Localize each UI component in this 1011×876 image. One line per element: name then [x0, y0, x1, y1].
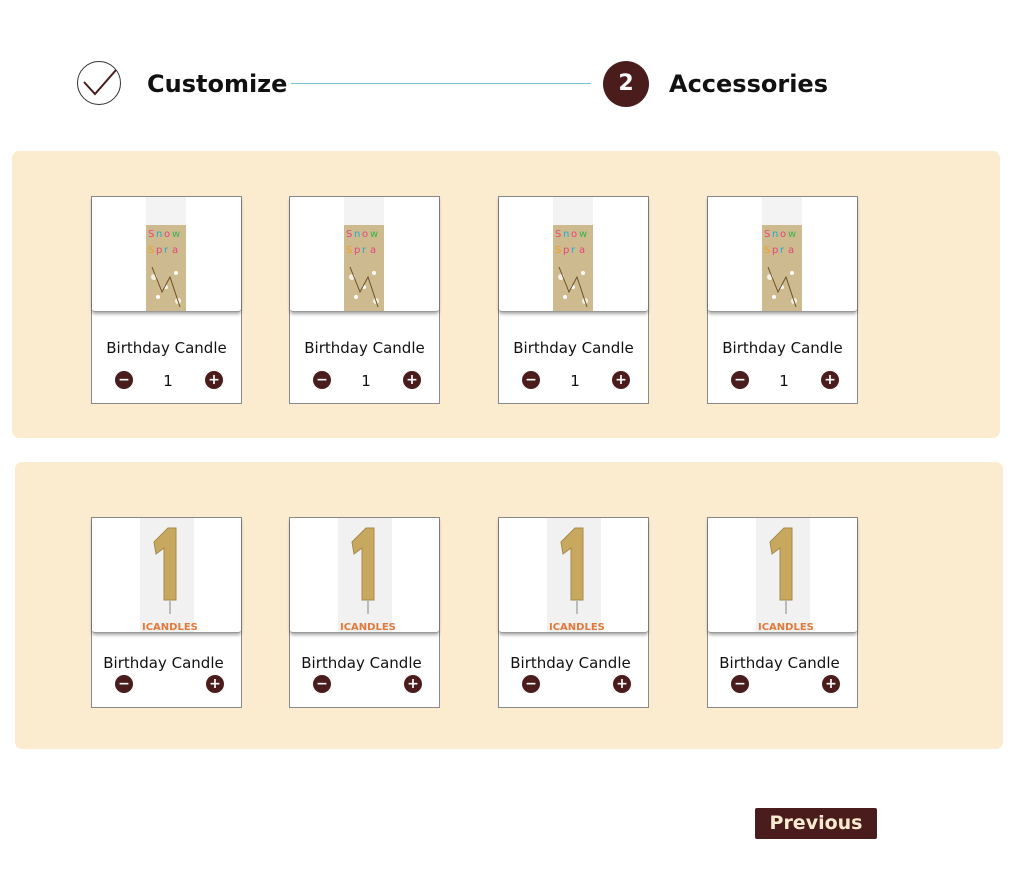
svg-text:ICANDLES: ICANDLES	[142, 622, 198, 632]
product-card[interactable]: S n o w S p r a Birthday Candle − 1 +	[498, 196, 649, 404]
svg-text:o: o	[362, 229, 368, 240]
svg-text:ICANDLES: ICANDLES	[758, 622, 814, 632]
product-card[interactable]: S n o w S p r a Birthday Candle − 1 +	[91, 196, 242, 404]
number-one-candle-image: ICANDLES	[140, 518, 198, 632]
svg-text:S: S	[148, 245, 154, 256]
svg-text:o: o	[780, 229, 786, 240]
product-card[interactable]: ICANDLES Birthday Candle − +	[91, 517, 242, 708]
svg-text:n: n	[354, 229, 360, 240]
increase-quantity-button[interactable]: +	[205, 371, 223, 389]
product-card[interactable]: ICANDLES Birthday Candle − +	[498, 517, 649, 708]
decrease-quantity-button[interactable]: −	[731, 675, 749, 693]
number-one-candle-image: ICANDLES	[338, 518, 396, 632]
decrease-quantity-button[interactable]: −	[313, 371, 331, 389]
product-name: Birthday Candle	[510, 654, 631, 672]
svg-text:w: w	[788, 229, 796, 240]
step-number-badge: 2	[603, 61, 649, 107]
svg-text:p: p	[772, 245, 778, 256]
product-image: ICANDLES	[290, 518, 439, 633]
svg-text:w: w	[579, 229, 587, 240]
step-label-accessories: Accessories	[669, 70, 828, 98]
increase-quantity-button[interactable]: +	[613, 675, 631, 693]
svg-text:n: n	[772, 229, 778, 240]
step-complete-check	[77, 61, 121, 105]
increase-quantity-button[interactable]: +	[206, 675, 224, 693]
step-label-customize[interactable]: Customize	[147, 70, 287, 98]
check-icon	[83, 69, 117, 96]
product-image: ICANDLES	[708, 518, 857, 633]
decrease-quantity-button[interactable]: −	[115, 675, 133, 693]
product-image: S n o w S p r a	[499, 197, 648, 312]
svg-text:a: a	[370, 245, 376, 256]
svg-text:S: S	[764, 245, 770, 256]
quantity-value: 1	[361, 372, 371, 390]
svg-text:a: a	[788, 245, 794, 256]
svg-text:w: w	[370, 229, 378, 240]
product-image: ICANDLES	[499, 518, 648, 633]
svg-text:a: a	[172, 245, 178, 256]
product-name: Birthday Candle	[722, 339, 843, 357]
product-card[interactable]: ICANDLES Birthday Candle − +	[707, 517, 858, 708]
svg-text:o: o	[164, 229, 170, 240]
number-one-candle-image: ICANDLES	[547, 518, 605, 632]
svg-text:ICANDLES: ICANDLES	[340, 622, 396, 632]
increase-quantity-button[interactable]: +	[404, 675, 422, 693]
decrease-quantity-button[interactable]: −	[115, 371, 133, 389]
product-name: Birthday Candle	[304, 339, 425, 357]
increase-quantity-button[interactable]: +	[403, 371, 421, 389]
svg-text:p: p	[156, 245, 162, 256]
svg-text:S: S	[764, 229, 770, 240]
svg-text:o: o	[571, 229, 577, 240]
svg-text:n: n	[563, 229, 569, 240]
product-image: S n o w S p r a	[290, 197, 439, 312]
svg-text:ICANDLES: ICANDLES	[549, 622, 605, 632]
product-card[interactable]: ICANDLES Birthday Candle − +	[289, 517, 440, 708]
svg-text:S: S	[555, 245, 561, 256]
increase-quantity-button[interactable]: +	[822, 675, 840, 693]
product-name: Birthday Candle	[103, 654, 224, 672]
previous-button[interactable]: Previous	[755, 808, 877, 839]
product-card[interactable]: S n o w S p r a Birthday Candle − 1 +	[289, 196, 440, 404]
svg-text:S: S	[148, 229, 154, 240]
svg-text:w: w	[172, 229, 180, 240]
svg-text:S: S	[346, 245, 352, 256]
product-image: S n o w S p r a	[708, 197, 857, 312]
increase-quantity-button[interactable]: +	[821, 371, 839, 389]
product-image: S n o w S p r a	[92, 197, 241, 312]
decrease-quantity-button[interactable]: −	[313, 675, 331, 693]
svg-text:S: S	[346, 229, 352, 240]
product-name: Birthday Candle	[301, 654, 422, 672]
snow-spray-candle-image: S n o w S p r a	[344, 197, 384, 311]
svg-text:p: p	[563, 245, 569, 256]
checkout-stepper: Customize 2 Accessories	[0, 0, 1011, 140]
increase-quantity-button[interactable]: +	[612, 371, 630, 389]
svg-text:p: p	[354, 245, 360, 256]
product-name: Birthday Candle	[106, 339, 227, 357]
quantity-value: 1	[779, 372, 789, 390]
number-one-candle-image: ICANDLES	[756, 518, 814, 632]
product-name: Birthday Candle	[513, 339, 634, 357]
svg-text:n: n	[156, 229, 162, 240]
svg-text:S: S	[555, 229, 561, 240]
step-connector	[291, 83, 591, 84]
product-image: ICANDLES	[92, 518, 241, 633]
snow-spray-candle-image: S n o w S p r a	[146, 197, 186, 311]
quantity-value: 1	[163, 372, 173, 390]
decrease-quantity-button[interactable]: −	[522, 371, 540, 389]
decrease-quantity-button[interactable]: −	[731, 371, 749, 389]
svg-text:a: a	[579, 245, 585, 256]
decrease-quantity-button[interactable]: −	[522, 675, 540, 693]
product-name: Birthday Candle	[719, 654, 840, 672]
product-card[interactable]: S n o w S p r a Birthday Candle − 1 +	[707, 196, 858, 404]
snow-spray-candle-image: S n o w S p r a	[553, 197, 593, 311]
quantity-value: 1	[570, 372, 580, 390]
snow-spray-candle-image: S n o w S p r a	[762, 197, 802, 311]
